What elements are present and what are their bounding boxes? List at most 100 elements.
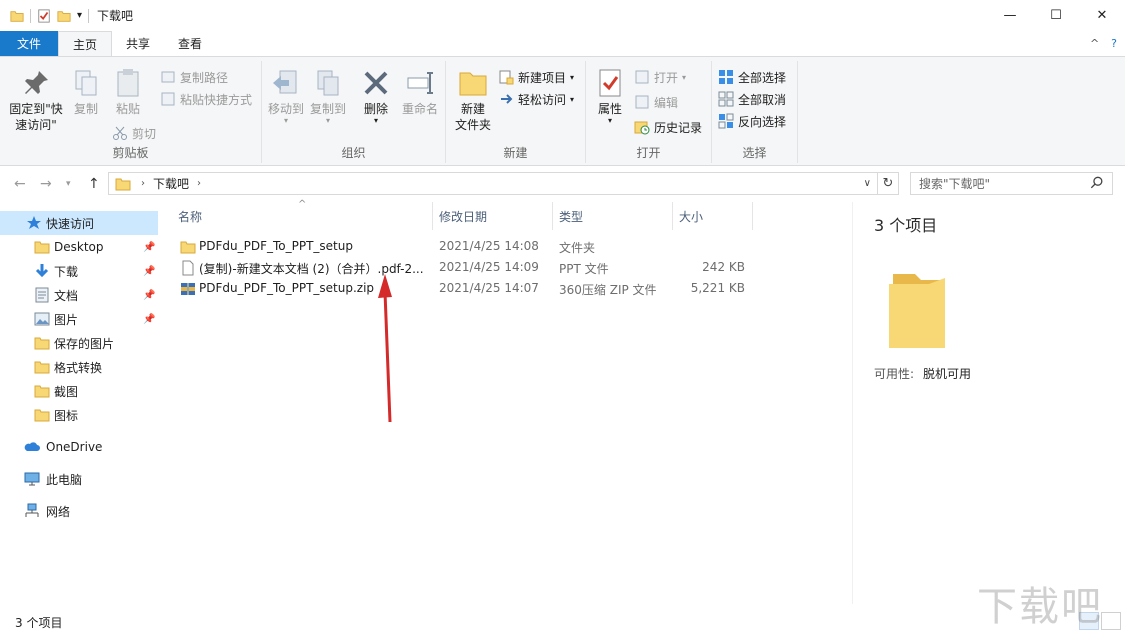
large-icons-view-button[interactable] bbox=[1101, 612, 1121, 630]
pin-icon: 📌 bbox=[143, 289, 156, 301]
move-to-button[interactable]: 移动到 ▾ bbox=[266, 67, 306, 125]
address-row: ← → ▾ ↑ › 下载吧 › ∨ ↻ 搜索"下载吧" bbox=[0, 167, 1125, 201]
easy-access-button[interactable]: 轻松访问 ▾ bbox=[498, 89, 574, 109]
search-placeholder: 搜索"下载吧" bbox=[919, 177, 991, 191]
search-input[interactable]: 搜索"下载吧" bbox=[910, 172, 1113, 195]
chevron-down-icon: ▾ bbox=[570, 94, 575, 104]
new-folder-button[interactable]: 新建 文件夹 bbox=[450, 67, 496, 133]
separator bbox=[30, 8, 31, 23]
address-dropdown-icon[interactable]: ∨ bbox=[864, 178, 871, 189]
invert-selection-icon bbox=[718, 113, 734, 129]
navigation-pane: 快速访问 Desktop 📌 下载 📌 文档 📌 图片 📌 保存的图片 格式转换… bbox=[0, 206, 158, 606]
collapse-ribbon-icon[interactable]: ^ bbox=[1090, 37, 1099, 50]
help-icon[interactable]: ? bbox=[1111, 37, 1117, 50]
nav-label: 截图 bbox=[54, 384, 79, 399]
folder-large-icon bbox=[889, 274, 945, 348]
copy-icon bbox=[75, 70, 97, 96]
qa-dropdown-icon[interactable]: ▾ bbox=[77, 10, 82, 21]
new-item-button[interactable]: 新建项目 ▾ bbox=[498, 67, 574, 87]
clipboard-group-label: 剪贴板 bbox=[112, 146, 149, 160]
nav-item-saved-pictures[interactable]: 保存的图片 bbox=[0, 331, 158, 355]
cut-button[interactable]: 剪切 bbox=[112, 123, 156, 143]
invert-selection-button[interactable]: 反向选择 bbox=[718, 111, 786, 131]
pin-quick-label: 固定到"快速访问" bbox=[9, 102, 63, 132]
pin-icon: 📌 bbox=[143, 313, 156, 325]
edit-icon bbox=[635, 95, 649, 109]
paste-shortcut-button[interactable]: 粘贴快捷方式 bbox=[160, 89, 252, 109]
rename-icon bbox=[407, 72, 433, 94]
nav-item-quick-access[interactable]: 快速访问 bbox=[0, 211, 158, 235]
select-all-button[interactable]: 全部选择 bbox=[718, 67, 786, 87]
move-to-icon bbox=[273, 70, 297, 94]
address-bar[interactable]: › 下载吧 › ∨ bbox=[108, 172, 878, 195]
nav-item-screenshots[interactable]: 截图 bbox=[0, 379, 158, 403]
breadcrumb-item[interactable]: 下载吧 bbox=[153, 175, 189, 192]
tab-home[interactable]: 主页 bbox=[58, 31, 113, 57]
delete-button[interactable]: 删除 ▾ bbox=[358, 67, 394, 125]
picture-icon bbox=[34, 312, 50, 326]
nav-item-documents[interactable]: 文档 📌 bbox=[0, 283, 158, 307]
properties-label: 属性 bbox=[597, 102, 622, 116]
nav-item-downloads[interactable]: 下载 📌 bbox=[0, 259, 158, 283]
rename-button[interactable]: 重命名 bbox=[398, 67, 442, 117]
recent-locations-button[interactable]: ▾ bbox=[66, 179, 71, 189]
new-folder-icon[interactable] bbox=[57, 9, 71, 23]
nav-item-network[interactable]: 网络 bbox=[0, 499, 158, 523]
nav-item-pictures[interactable]: 图片 📌 bbox=[0, 307, 158, 331]
nav-label: 图标 bbox=[54, 408, 79, 423]
refresh-button[interactable]: ↻ bbox=[877, 172, 899, 195]
close-button[interactable]: ✕ bbox=[1079, 0, 1125, 31]
nav-label: 下载 bbox=[54, 264, 79, 279]
new-item-label: 新建项目 bbox=[518, 70, 567, 85]
new-folder-label: 新建 文件夹 bbox=[454, 102, 491, 132]
search-icon bbox=[1090, 176, 1103, 189]
tab-share[interactable]: 共享 bbox=[112, 31, 164, 56]
nav-item-format-convert[interactable]: 格式转换 bbox=[0, 355, 158, 379]
edit-button[interactable]: 编辑 bbox=[634, 92, 678, 112]
chevron-down-icon: ▾ bbox=[283, 116, 288, 125]
nav-item-icons[interactable]: 图标 bbox=[0, 403, 158, 427]
open-button[interactable]: 打开 ▾ bbox=[634, 67, 686, 87]
tab-view[interactable]: 查看 bbox=[164, 31, 216, 56]
move-to-label: 移动到 bbox=[267, 102, 304, 116]
paste-shortcut-icon bbox=[161, 92, 175, 106]
tab-file[interactable]: 文件 bbox=[0, 31, 58, 56]
chevron-down-icon: ▾ bbox=[570, 72, 575, 82]
history-icon bbox=[634, 121, 650, 135]
select-none-button[interactable]: 全部取消 bbox=[718, 89, 786, 109]
select-none-icon bbox=[718, 91, 734, 107]
nav-label: 文档 bbox=[54, 288, 79, 303]
back-button[interactable]: ← bbox=[14, 176, 26, 192]
copy-to-button[interactable]: 复制到 ▾ bbox=[308, 67, 348, 125]
copy-path-label: 复制路径 bbox=[180, 70, 229, 85]
copy-path-button[interactable]: 复制路径 bbox=[160, 67, 228, 87]
properties-icon[interactable] bbox=[37, 8, 51, 23]
nav-item-onedrive[interactable]: OneDrive bbox=[0, 435, 158, 459]
pin-icon: 📌 bbox=[143, 241, 156, 253]
invert-selection-label: 反向选择 bbox=[738, 114, 787, 129]
minimize-button[interactable]: — bbox=[987, 0, 1033, 31]
forward-button[interactable]: → bbox=[40, 176, 52, 192]
chevron-down-icon: ▾ bbox=[373, 116, 378, 125]
properties-button[interactable]: 属性 ▾ bbox=[592, 67, 628, 125]
maximize-button[interactable]: ☐ bbox=[1033, 0, 1079, 31]
nav-item-desktop[interactable]: Desktop 📌 bbox=[0, 235, 158, 259]
chevron-down-icon: ▾ bbox=[325, 116, 330, 125]
open-icon bbox=[635, 70, 649, 84]
status-count: 3 个项目 bbox=[15, 616, 63, 630]
edit-label: 编辑 bbox=[654, 95, 679, 110]
cloud-icon bbox=[24, 442, 40, 451]
cut-label: 剪切 bbox=[132, 126, 157, 141]
open-group-label: 打开 bbox=[636, 146, 661, 160]
new-folder-icon bbox=[459, 72, 487, 96]
history-button[interactable]: 历史记录 bbox=[634, 117, 702, 137]
pin-quick-access-button[interactable]: 固定到"快速访问" bbox=[6, 67, 66, 133]
file-list: ^ 名称 修改日期 类型 大小 PDFdu_PDF_To_PPT_setup 2… bbox=[170, 199, 850, 604]
up-button[interactable]: ↑ bbox=[88, 176, 100, 192]
nav-item-this-pc[interactable]: 此电脑 bbox=[0, 467, 158, 491]
folder-icon bbox=[34, 409, 50, 422]
paste-button[interactable]: 粘贴 bbox=[108, 67, 148, 117]
copy-path-icon bbox=[161, 71, 175, 83]
status-bar: 3 个项目 bbox=[0, 609, 1125, 634]
copy-button[interactable]: 复制 bbox=[68, 67, 104, 117]
